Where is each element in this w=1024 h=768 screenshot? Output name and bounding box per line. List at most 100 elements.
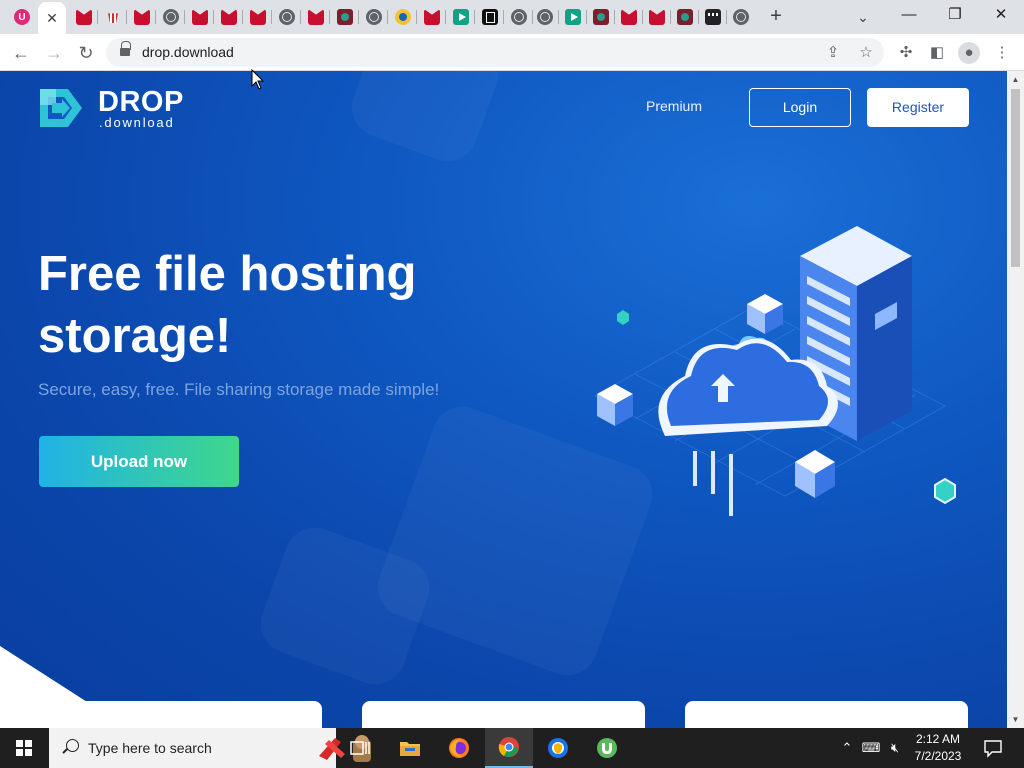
firefox-icon — [449, 738, 469, 758]
action-center-button[interactable] — [978, 728, 1008, 768]
mouse-cursor-icon — [251, 69, 265, 90]
restore-button[interactable]: ❐ — [932, 0, 978, 30]
tab-9[interactable] — [302, 4, 330, 30]
menu-kebab-icon[interactable]: ⋮ — [991, 42, 1013, 64]
scrollbar-thumb[interactable] — [1011, 89, 1020, 267]
side-panel-icon[interactable]: ◧ — [926, 42, 948, 64]
tab-separator — [184, 10, 185, 24]
url-text[interactable]: drop.download — [142, 44, 234, 60]
tab-separator — [358, 10, 359, 24]
taskbar-clock[interactable]: 2:12 AM 7/2/2023 — [905, 731, 971, 765]
mcafee-icon — [649, 9, 665, 25]
secure-browser-button[interactable] — [534, 728, 582, 768]
firefox-button[interactable] — [435, 728, 483, 768]
chrome-button[interactable] — [485, 728, 533, 768]
task-view-button[interactable] — [336, 728, 384, 768]
upload-now-button[interactable]: Upload now — [39, 436, 239, 487]
logo-subtitle: .download — [99, 115, 175, 130]
drop-logo-icon — [40, 89, 82, 127]
scroll-down-icon[interactable]: ▼ — [1007, 711, 1024, 728]
tab-11[interactable] — [360, 4, 388, 30]
mcafee-icon — [621, 9, 637, 25]
address-bar[interactable]: drop.download ⇪ ☆ — [106, 38, 884, 67]
tab-5[interactable] — [186, 4, 214, 30]
extensions-puzzle-icon[interactable]: ✣ — [895, 42, 917, 64]
globe-icon — [733, 9, 749, 25]
play-icon — [565, 9, 581, 25]
forward-button[interactable]: → — [40, 39, 68, 67]
tab-19[interactable] — [587, 4, 615, 30]
file-explorer-button[interactable] — [386, 728, 434, 768]
tab-17[interactable] — [531, 4, 559, 30]
tab-2[interactable] — [99, 4, 127, 30]
tab-15[interactable] — [476, 4, 504, 30]
network-icon[interactable]: ⌨ — [860, 728, 882, 768]
tab-1[interactable] — [70, 4, 98, 30]
start-button[interactable] — [0, 728, 48, 768]
tab-active[interactable]: ✕ — [38, 2, 66, 34]
mcafee-icon — [250, 9, 266, 25]
mcafee-icon — [221, 9, 237, 25]
hero-subtitle: Secure, easy, free. File sharing storage… — [38, 380, 440, 399]
share-icon[interactable]: ⇪ — [824, 44, 842, 62]
tab-10[interactable] — [331, 4, 359, 30]
bookmark-star-icon[interactable]: ☆ — [857, 44, 875, 62]
new-tab-button[interactable]: + — [764, 5, 788, 29]
mcafee-icon — [424, 9, 440, 25]
play-icon — [453, 9, 469, 25]
reload-button[interactable]: ↻ — [72, 39, 100, 67]
lock-icon[interactable] — [120, 41, 131, 57]
tab-14[interactable] — [447, 4, 475, 30]
register-button[interactable]: Register — [867, 88, 969, 127]
page-scrollbar[interactable]: ▲ ▼ — [1007, 71, 1024, 728]
eye-icon — [395, 9, 411, 25]
scroll-up-icon[interactable]: ▲ — [1007, 71, 1024, 88]
tab-18[interactable] — [559, 4, 587, 30]
tab-21[interactable] — [643, 4, 671, 30]
tab-13[interactable] — [418, 4, 446, 30]
tab-16[interactable] — [505, 4, 533, 30]
data-cube-shape — [597, 384, 633, 426]
tab-20[interactable] — [615, 4, 643, 30]
tab-3[interactable] — [128, 4, 156, 30]
notification-icon — [984, 740, 1002, 758]
tab-separator — [97, 10, 98, 24]
windows-taskbar: Type here to search ⌃ ⌨ 🔇︎ 2:12 AM 7/2/2… — [0, 728, 1024, 768]
tab-12[interactable] — [389, 4, 417, 30]
chrome-icon — [498, 737, 519, 757]
taskbar-search[interactable]: Type here to search — [49, 728, 371, 768]
task-view-icon — [350, 741, 370, 755]
tab-separator — [213, 10, 214, 24]
tab-4[interactable] — [157, 4, 185, 30]
close-window-button[interactable]: ✕ — [978, 0, 1024, 30]
minimize-button[interactable]: — — [886, 0, 932, 30]
gem-shape — [934, 477, 956, 505]
tab-8[interactable] — [273, 4, 301, 30]
volume-muted-icon[interactable]: 🔇︎ — [884, 728, 906, 768]
tray-chevron-up-icon[interactable]: ⌃ — [838, 728, 856, 768]
tab-23[interactable] — [699, 4, 727, 30]
tab-22[interactable] — [671, 4, 699, 30]
tab-search-chevron-icon[interactable]: ⌄ — [850, 4, 876, 30]
dark-box-icon — [482, 9, 498, 25]
close-icon[interactable]: ✕ — [46, 10, 58, 27]
login-button[interactable]: Login — [749, 88, 851, 127]
windows-logo-icon — [16, 740, 32, 756]
tab-7[interactable] — [244, 4, 272, 30]
reel-icon — [593, 9, 609, 25]
globe-icon — [279, 9, 295, 25]
back-button[interactable]: ← — [7, 39, 35, 67]
tab-6[interactable] — [215, 4, 243, 30]
page-viewport: DROP .download Premium Login Register Fr… — [0, 71, 1007, 728]
site-logo[interactable]: DROP .download — [38, 86, 188, 130]
tab-ublock[interactable]: U — [8, 4, 36, 30]
cloud-server-illustration — [594, 226, 956, 516]
utorrent-button[interactable] — [583, 728, 631, 768]
feature-card — [685, 701, 968, 728]
secure-browser-icon — [548, 738, 568, 758]
tab-separator — [126, 10, 127, 24]
tab-separator — [300, 10, 301, 24]
nav-premium-link[interactable]: Premium — [646, 98, 702, 114]
profile-avatar-icon[interactable]: ● — [958, 42, 980, 64]
tab-24[interactable] — [727, 4, 755, 30]
